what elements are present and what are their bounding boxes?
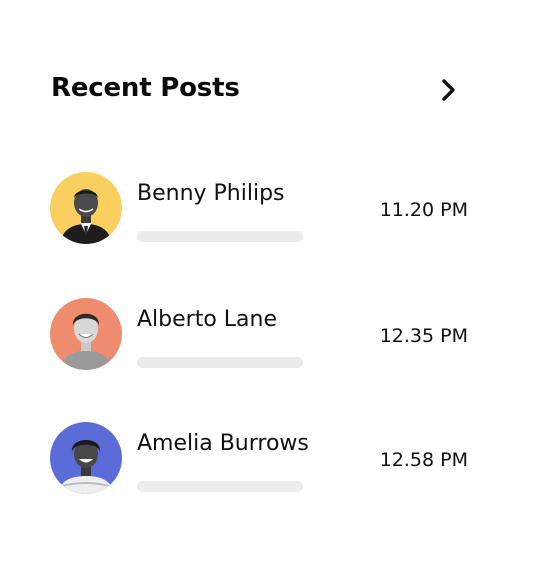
avatar[interactable] — [50, 422, 122, 494]
chevron-right-icon — [442, 79, 455, 101]
post-time: 12.58 PM — [379, 449, 468, 471]
post-time: 12.35 PM — [379, 325, 468, 347]
post-preview-placeholder — [137, 231, 303, 242]
user-photo-icon — [50, 172, 122, 244]
avatar[interactable] — [50, 298, 122, 370]
user-photo-icon — [50, 298, 122, 370]
avatar[interactable] — [50, 172, 122, 244]
post-time: 11.20 PM — [379, 199, 468, 221]
author-name: Alberto Lane — [137, 307, 278, 332]
author-name: Amelia Burrows — [137, 431, 309, 456]
post-list-item[interactable]: Alberto Lane 12.35 PM — [50, 298, 480, 374]
author-name: Benny Philips — [137, 181, 285, 206]
post-list-item[interactable]: Benny Philips 11.20 PM — [50, 172, 480, 248]
post-preview-placeholder — [137, 357, 303, 368]
user-photo-icon — [50, 422, 122, 494]
card-header: Recent Posts — [51, 70, 466, 110]
post-preview-placeholder — [137, 481, 303, 492]
see-all-button[interactable] — [431, 72, 467, 108]
post-list-item[interactable]: Amelia Burrows 12.58 PM — [50, 422, 480, 498]
card-title: Recent Posts — [51, 73, 240, 103]
recent-posts-card: Recent Posts Benny Philips 11.20 PM Albe… — [0, 0, 550, 564]
